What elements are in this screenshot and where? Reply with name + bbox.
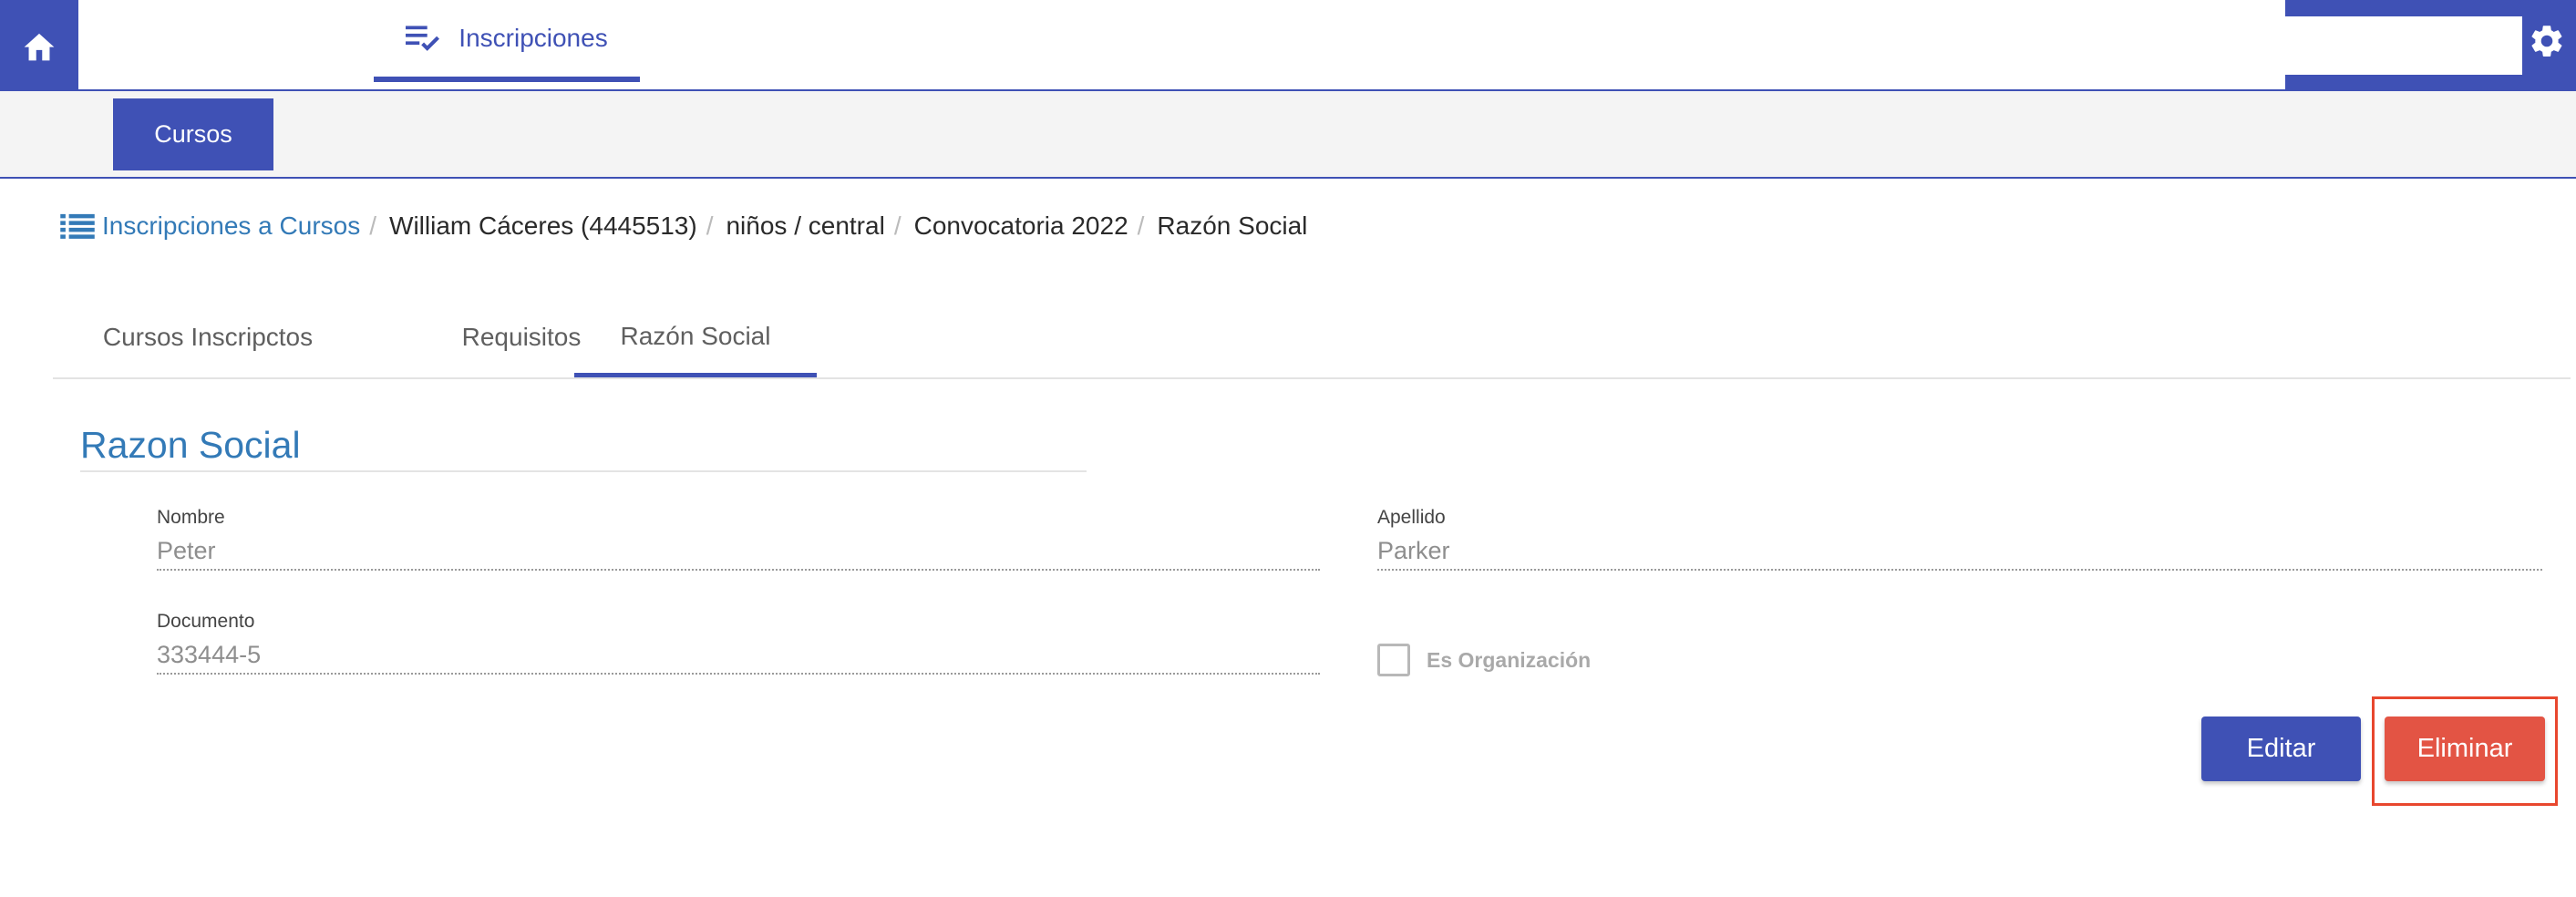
breadcrumb-separator: / — [893, 211, 902, 240]
playlist-check-icon — [406, 26, 440, 51]
top-navigation-bar: Inscripciones — [0, 0, 2576, 91]
nombre-label: Nombre — [157, 507, 225, 528]
breadcrumb-separator: / — [1137, 211, 1145, 240]
list-icon — [60, 212, 95, 240]
breadcrumb-item-convocatoria[interactable]: Convocatoria 2022 — [914, 211, 1128, 241]
nav-tab-label: Inscripciones — [459, 24, 608, 52]
delete-button[interactable]: Eliminar — [2385, 717, 2545, 781]
documento-field: Documento 333444-5 — [157, 609, 1320, 675]
section-title: Razon Social — [80, 419, 1087, 472]
gear-icon — [2531, 26, 2562, 57]
documento-value[interactable]: 333444-5 — [157, 634, 1320, 675]
home-button[interactable] — [0, 0, 78, 91]
top-right-field[interactable] — [2285, 16, 2522, 75]
documento-label: Documento — [157, 611, 255, 632]
tab-bar: Cursos Inscripctos Requisitos Razón Soci… — [53, 299, 2571, 379]
settings-button[interactable] — [2522, 13, 2571, 69]
nombre-value[interactable]: Peter — [157, 531, 1320, 571]
breadcrumb: Inscripciones a Cursos / William Cáceres… — [60, 206, 1307, 246]
apellido-value[interactable]: Parker — [1377, 531, 2542, 571]
breadcrumb-separator: / — [369, 211, 377, 240]
es-organizacion-checkbox[interactable] — [1377, 644, 1410, 676]
apellido-label: Apellido — [1377, 507, 1446, 528]
es-organizacion-label: Es Organización — [1427, 647, 1592, 672]
nav-tab-inscripciones[interactable]: Inscripciones — [374, 0, 640, 82]
cursos-button[interactable]: Cursos — [113, 98, 273, 170]
breadcrumb-item-group[interactable]: niños / central — [726, 211, 884, 241]
breadcrumb-link-inscripciones[interactable]: Inscripciones a Cursos — [102, 211, 360, 241]
breadcrumb-separator: / — [706, 211, 714, 240]
home-icon — [24, 33, 55, 61]
tab-cursos-inscriptos[interactable]: Cursos Inscripctos — [53, 299, 363, 376]
apellido-field: Apellido Parker — [1377, 505, 2542, 571]
edit-button[interactable]: Editar — [2201, 717, 2361, 781]
breadcrumb-item-current: Razón Social — [1157, 211, 1308, 240]
breadcrumb-item-student[interactable]: William Cáceres (4445513) — [389, 211, 697, 241]
tab-razon-social[interactable]: Razón Social — [574, 299, 817, 377]
es-organizacion-option[interactable]: Es Organización — [1377, 644, 1591, 676]
nombre-field: Nombre Peter — [157, 505, 1320, 571]
sub-navigation-bar: Cursos — [0, 91, 2576, 179]
